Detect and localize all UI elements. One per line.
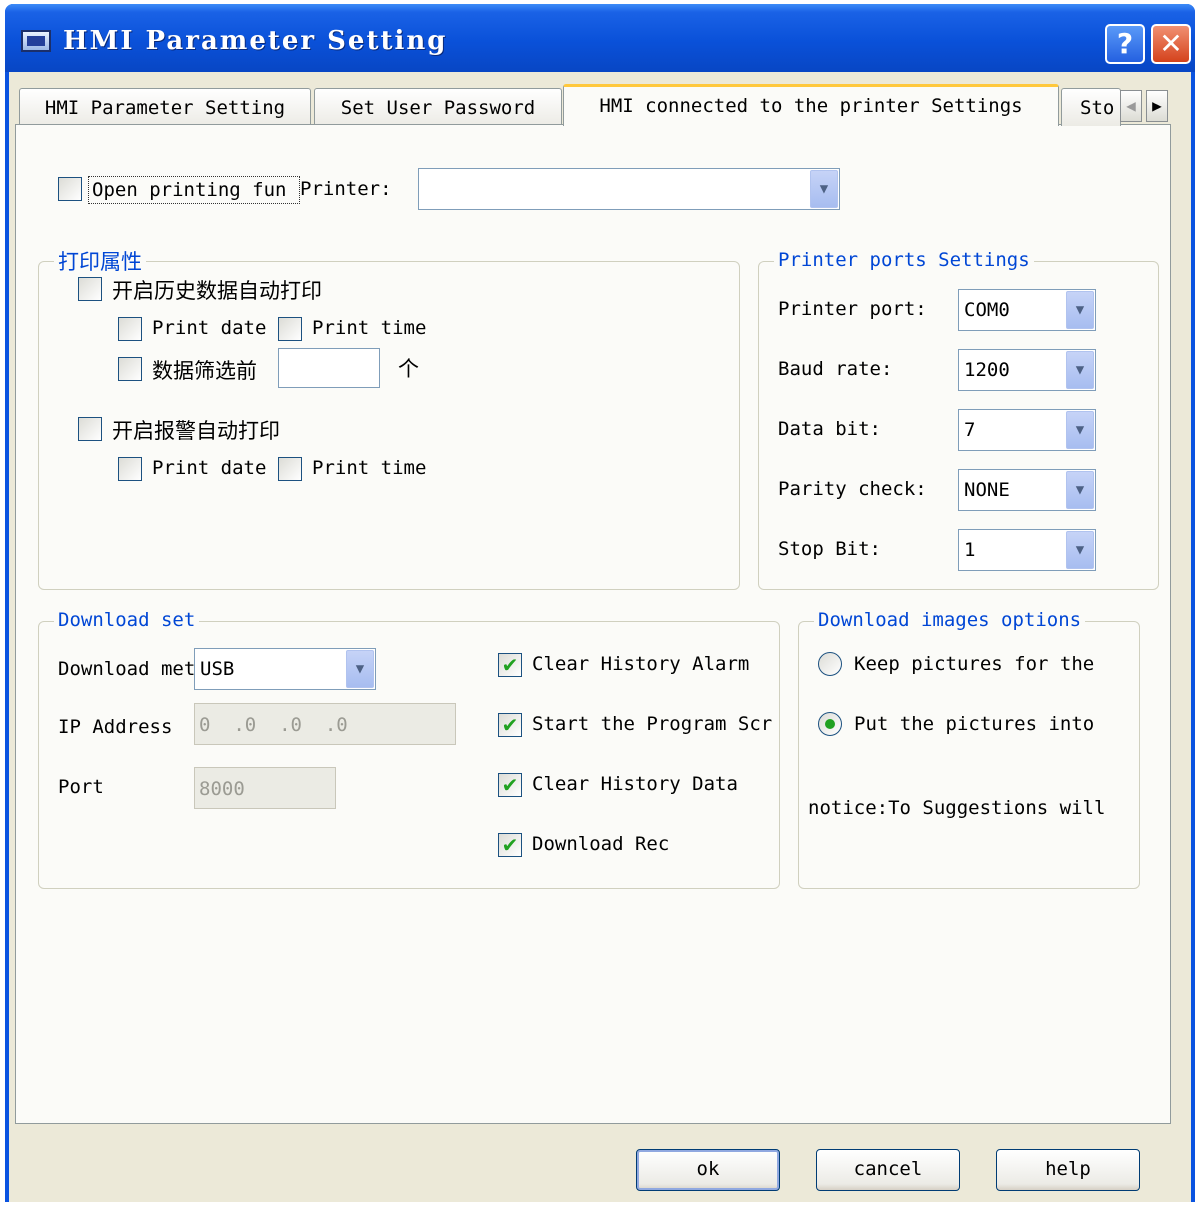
tab-hmi-parameter-setting[interactable]: HMI Parameter Setting (19, 88, 311, 126)
printer-select[interactable]: ▼ (418, 168, 840, 210)
parity-check-label: Parity check: (778, 478, 927, 500)
stop-bit-label: Stop Bit: (778, 538, 881, 560)
download-rec-label: Download Rec (532, 833, 670, 855)
alarm-auto-print-label: 开启报警自动打印 (112, 419, 280, 443)
title-bar: HMI Parameter Setting ? ✕ (5, 4, 1195, 72)
put-pictures-label: Put the pictures into (854, 713, 1095, 735)
chevron-down-icon: ▼ (1066, 531, 1094, 569)
keep-pictures-label: Keep pictures for the (854, 653, 1095, 675)
baud-rate-label: Baud rate: (778, 358, 893, 380)
put-pictures-radio[interactable] (818, 712, 842, 736)
tab-scroll-right-icon[interactable]: ▶ (1146, 90, 1168, 122)
port-input[interactable]: 8000 (194, 767, 336, 809)
help-button[interactable]: help (996, 1149, 1140, 1191)
printer-label: Printer: (300, 178, 392, 200)
start-program-checkbox[interactable]: ✔ (498, 713, 522, 737)
clear-history-alarm-checkbox[interactable]: ✔ (498, 653, 522, 677)
ok-button[interactable]: ok (636, 1149, 780, 1191)
chevron-down-icon: ▼ (1066, 291, 1094, 329)
title-help-button[interactable]: ? (1105, 24, 1145, 64)
download-rec-checkbox[interactable]: ✔ (498, 833, 522, 857)
ip-address-label: IP Address (58, 716, 173, 738)
title-close-button[interactable]: ✕ (1151, 24, 1191, 64)
chevron-down-icon: ▼ (1066, 471, 1094, 509)
download-images-legend: Download images options (814, 609, 1086, 631)
tab-set-user-password[interactable]: Set User Password (314, 88, 562, 126)
history-auto-print-checkbox[interactable] (78, 277, 102, 301)
tab-printer-settings[interactable]: HMI connected to the printer Settings (563, 84, 1059, 126)
history-print-time-checkbox[interactable] (278, 317, 302, 341)
filter-count-input[interactable] (278, 348, 380, 388)
app-icon (21, 30, 51, 52)
baud-rate-select[interactable]: 1200 ▼ (958, 349, 1096, 391)
tab-scroll-left-icon[interactable]: ◀ (1120, 90, 1142, 122)
clear-history-data-checkbox[interactable]: ✔ (498, 773, 522, 797)
download-method-select[interactable]: USB ▼ (194, 648, 376, 690)
chevron-down-icon: ▼ (346, 650, 374, 688)
radio-selected-dot-icon (825, 719, 835, 729)
clear-history-alarm-label: Clear History Alarm (532, 653, 750, 675)
history-auto-print-label: 开启历史数据自动打印 (112, 279, 322, 303)
filter-unit-label: 个 (398, 357, 419, 381)
print-properties-legend: 打印属性 (54, 246, 146, 276)
chevron-down-icon: ▼ (1066, 351, 1094, 389)
alarm-auto-print-checkbox[interactable] (78, 417, 102, 441)
ip-address-input[interactable]: 0 .0 .0 .0 (194, 703, 456, 745)
stop-bit-select[interactable]: 1 ▼ (958, 529, 1096, 571)
download-method-label: Download met (58, 658, 194, 680)
alarm-print-time-label: Print time (312, 457, 427, 479)
filter-checkbox[interactable] (118, 357, 142, 381)
chevron-down-icon: ▼ (810, 170, 838, 208)
download-set-legend: Download set (54, 609, 200, 631)
history-print-date-checkbox[interactable] (118, 317, 142, 341)
alarm-print-date-label: Print date (152, 457, 267, 479)
notice-text: notice:To Suggestions will (808, 797, 1106, 819)
parity-check-select[interactable]: NONE ▼ (958, 469, 1096, 511)
printer-port-select[interactable]: COM0 ▼ (958, 289, 1096, 331)
alarm-print-time-checkbox[interactable] (278, 457, 302, 481)
open-printing-checkbox[interactable] (58, 177, 82, 201)
printer-port-label: Printer port: (778, 298, 927, 320)
filter-label: 数据筛选前 (152, 359, 257, 383)
keep-pictures-radio[interactable] (818, 652, 842, 676)
alarm-print-date-checkbox[interactable] (118, 457, 142, 481)
start-program-label: Start the Program Scr (532, 713, 773, 735)
tab-sto[interactable]: Sto (1061, 88, 1121, 126)
history-print-date-label: Print date (152, 317, 267, 339)
history-print-time-label: Print time (312, 317, 427, 339)
open-printing-label: Open printing fun (88, 176, 300, 204)
data-bit-label: Data bit: (778, 418, 881, 440)
clear-history-data-label: Clear History Data (532, 773, 738, 795)
chevron-down-icon: ▼ (1066, 411, 1094, 449)
port-label: Port (58, 776, 104, 798)
window-title: HMI Parameter Setting (63, 26, 448, 56)
data-bit-select[interactable]: 7 ▼ (958, 409, 1096, 451)
printer-ports-legend: Printer ports Settings (774, 249, 1034, 271)
cancel-button[interactable]: cancel (816, 1149, 960, 1191)
